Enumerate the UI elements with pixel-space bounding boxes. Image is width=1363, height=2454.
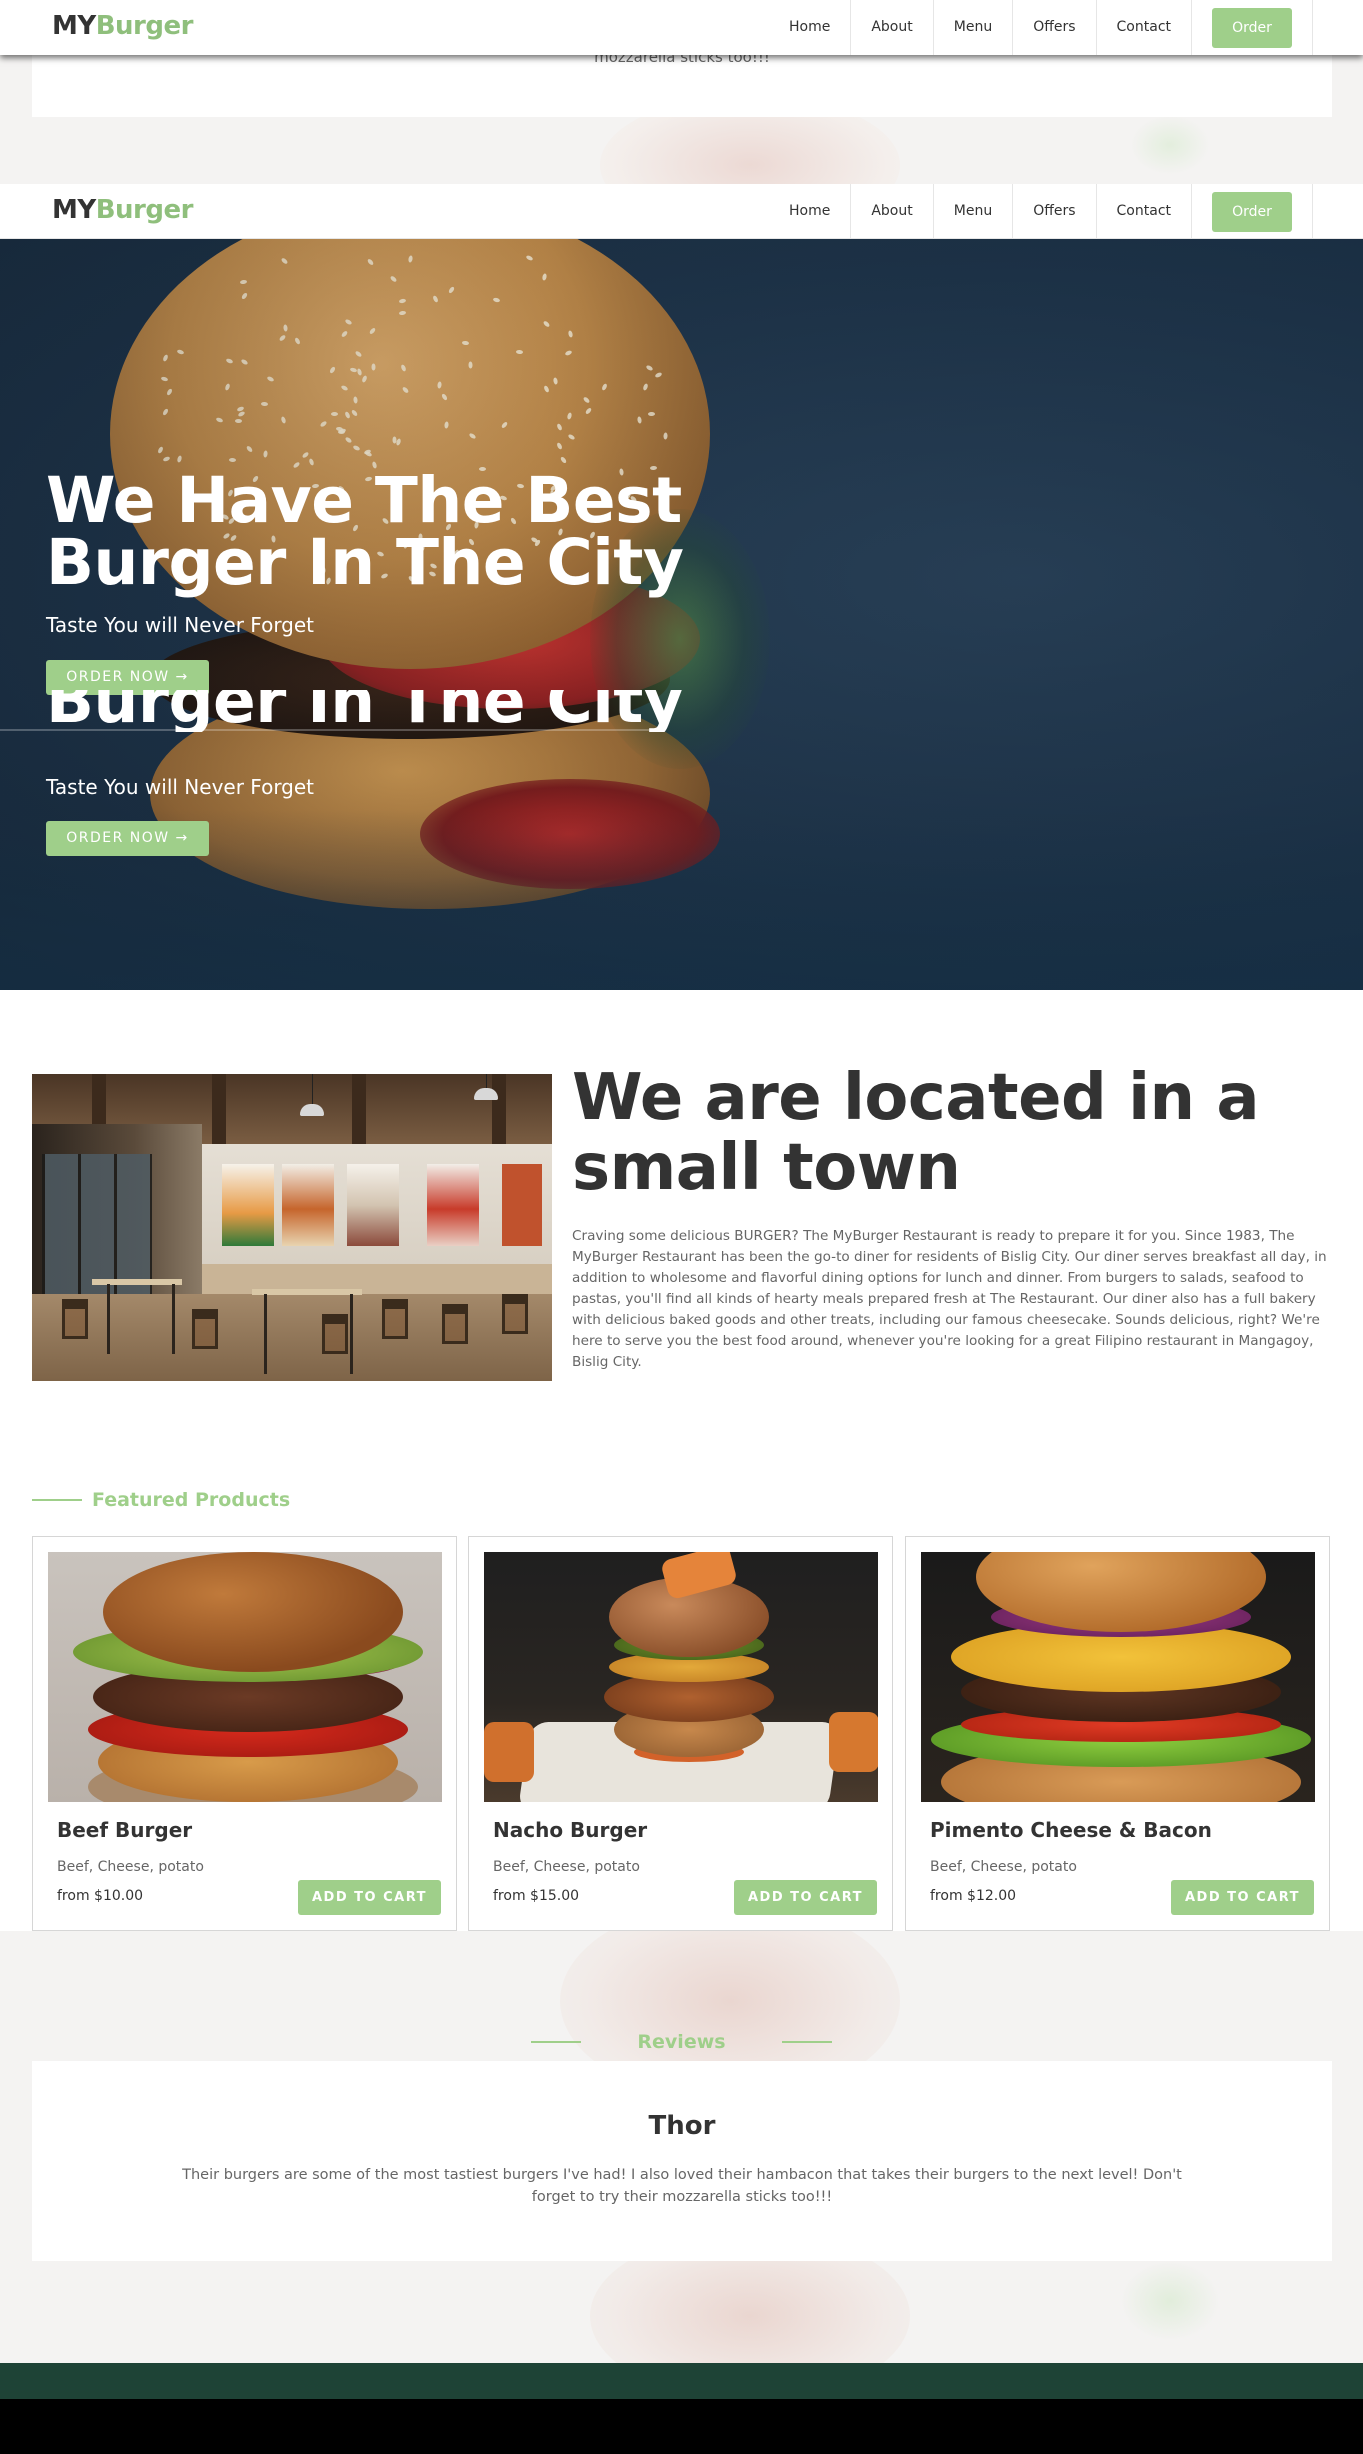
- reviews-section: Reviews Thor Their burgers are some of t…: [0, 1931, 1363, 2363]
- nav-home[interactable]: Home: [789, 0, 852, 55]
- nav-about[interactable]: About: [851, 0, 934, 55]
- nav-home[interactable]: Home: [789, 184, 852, 239]
- footer-bar: [0, 2363, 1363, 2399]
- product-price: from $15.00: [493, 1888, 580, 1904]
- navbar: MYBurger Home About Menu Offers Contact …: [0, 184, 1363, 239]
- logo[interactable]: MYBurger: [52, 195, 193, 225]
- background-leaf-blur: [1130, 115, 1210, 175]
- reviews-heading: Reviews: [0, 2031, 1363, 2053]
- product-card: Nacho Burger Beef, Cheese, potato from $…: [468, 1536, 893, 1931]
- footer-bottom: [0, 2399, 1363, 2454]
- review-text: Their burgers are some of the most tasti…: [182, 2167, 1182, 2205]
- nav-order-wrap: Order: [1192, 0, 1313, 55]
- nav-about[interactable]: About: [851, 184, 934, 239]
- order-button[interactable]: Order: [1212, 191, 1292, 232]
- nav-order-wrap: Order: [1192, 184, 1313, 239]
- nav-offers[interactable]: Offers: [1013, 184, 1097, 239]
- product-card: Beef Burger Beef, Cheese, potato from $1…: [32, 1536, 457, 1931]
- reviews-label: Reviews: [637, 2031, 726, 2053]
- product-card: Pimento Cheese & Bacon Beef, Cheese, pot…: [905, 1536, 1330, 1931]
- product-name: Pimento Cheese & Bacon: [930, 1818, 1212, 1842]
- product-price: from $12.00: [930, 1888, 1017, 1904]
- nav-menu-link[interactable]: Menu: [934, 184, 1014, 239]
- product-price: from $10.00: [57, 1888, 144, 1904]
- review-card: Thor Their burgers are some of the most …: [32, 2061, 1332, 2261]
- order-now-button-duplicate[interactable]: ORDER NOW →: [46, 821, 209, 856]
- page: mozzarella sticks too!!! MYBurger Home A…: [0, 0, 1363, 2454]
- product-name: Nacho Burger: [493, 1818, 648, 1842]
- product-image-beef-burger: [48, 1552, 442, 1802]
- hero-title: We Have The Best Burger In The City: [46, 464, 684, 599]
- nav-menu: Home About Menu Offers Contact Order: [789, 0, 1313, 55]
- add-to-cart-button[interactable]: ADD TO CART: [734, 1880, 877, 1915]
- add-to-cart-button[interactable]: ADD TO CART: [1171, 1880, 1314, 1915]
- hero-section: We Have The Best Burger In The City Tast…: [0, 239, 1363, 990]
- nav-contact[interactable]: Contact: [1097, 184, 1192, 239]
- background-leaf-blur: [1120, 2261, 1220, 2341]
- about-title: We are located in a small town: [572, 1061, 1260, 1205]
- product-description: Beef, Cheese, potato: [930, 1859, 1077, 1875]
- add-to-cart-button[interactable]: ADD TO CART: [298, 1880, 441, 1915]
- nav-offers[interactable]: Offers: [1013, 0, 1097, 55]
- product-image-pimento-burger: [921, 1552, 1315, 1802]
- product-name: Beef Burger: [57, 1818, 193, 1842]
- featured-heading: Featured Products: [32, 1489, 290, 1511]
- nav-menu: Home About Menu Offers Contact Order: [789, 184, 1313, 239]
- heading-line: [531, 2041, 582, 2043]
- hero-subtitle: Taste You will Never Forget: [46, 613, 315, 637]
- product-description: Beef, Cheese, potato: [493, 1859, 640, 1875]
- product-description: Beef, Cheese, potato: [57, 1859, 204, 1875]
- logo[interactable]: MYBurger: [52, 11, 193, 41]
- heading-line: [781, 2041, 832, 2043]
- product-image-nacho-burger: [484, 1552, 878, 1802]
- reviewer-name: Thor: [648, 2111, 716, 2141]
- heading-line: [32, 1499, 82, 1501]
- nav-contact[interactable]: Contact: [1097, 0, 1192, 55]
- restaurant-interior-image: [32, 1074, 552, 1381]
- order-button[interactable]: Order: [1212, 7, 1292, 48]
- nav-menu-link[interactable]: Menu: [934, 0, 1014, 55]
- about-text: Craving some delicious BURGER? The MyBur…: [572, 1228, 1327, 1370]
- hero-subtitle-duplicate: Taste You will Never Forget: [46, 775, 315, 799]
- featured-label: Featured Products: [92, 1489, 291, 1511]
- navbar-fixed: MYBurger Home About Menu Offers Contact …: [0, 0, 1363, 55]
- hero-title-duplicate: Burger In The City: [46, 690, 684, 732]
